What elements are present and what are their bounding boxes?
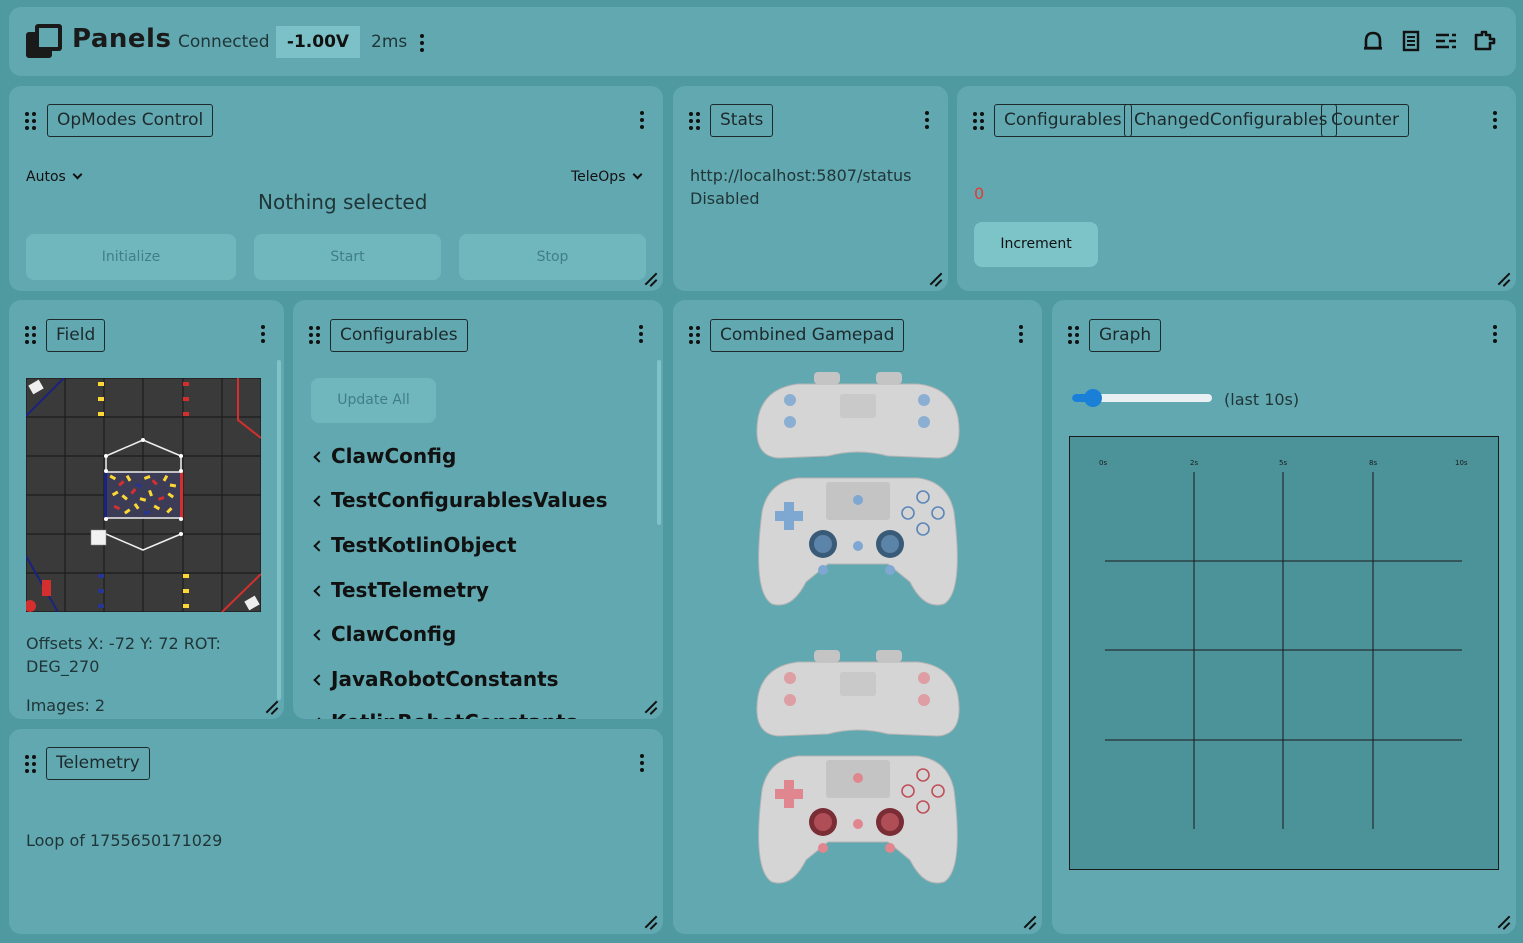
telemetry-line: Loop of 1755650171029 — [26, 831, 223, 850]
counter-panel: Configurables ChangedConfigurables Count… — [957, 86, 1516, 291]
stats-state: Disabled — [690, 189, 760, 208]
gamepad-2-front-view — [758, 755, 958, 884]
config-item[interactable]: ClawConfig — [313, 444, 456, 468]
resize-handle-icon[interactable] — [644, 272, 657, 285]
graph-tick-label: 0s — [1099, 459, 1107, 467]
panel-menu-icon[interactable] — [639, 753, 645, 773]
increment-button[interactable]: Increment — [974, 222, 1098, 267]
drag-handle-icon[interactable] — [309, 326, 321, 344]
drag-handle-icon[interactable] — [689, 112, 701, 130]
start-button[interactable]: Start — [254, 234, 441, 280]
selected-opmode: Nothing selected — [258, 190, 428, 214]
panel-menu-icon[interactable] — [1492, 110, 1498, 130]
tab-stats[interactable]: Stats — [710, 104, 774, 137]
tab-configurables[interactable]: Configurables — [330, 319, 468, 352]
time-window-label: (last 10s) — [1224, 390, 1300, 409]
drag-handle-icon[interactable] — [1068, 326, 1080, 344]
tab-telemetry[interactable]: Telemetry — [46, 747, 150, 780]
tab-field[interactable]: Field — [46, 319, 106, 352]
stats-panel: Stats http://localhost:5807/status Disab… — [673, 86, 948, 291]
config-item[interactable]: JavaRobotConstants — [313, 667, 559, 691]
graph-plot: 0s 2s 5s 8s 10s — [1069, 436, 1499, 870]
chevron-down-icon — [632, 169, 642, 180]
chevron-left-icon — [313, 495, 325, 507]
stop-button[interactable]: Stop — [459, 234, 646, 280]
config-item[interactable]: TestConfigurablesValues — [313, 488, 608, 512]
counter-value: 0 — [974, 184, 985, 203]
field-panel: Field Offsets X: -72 Y: 72 ROT: DEG_270 … — [9, 300, 284, 719]
robot-marker-icon — [90, 529, 107, 546]
drag-handle-icon[interactable] — [689, 326, 701, 344]
resize-handle-icon[interactable] — [644, 915, 657, 928]
config-item[interactable]: TestTelemetry — [313, 578, 489, 602]
resize-handle-icon[interactable] — [644, 700, 657, 713]
field-map[interactable] — [26, 378, 261, 612]
resize-handle-icon[interactable] — [1023, 915, 1036, 928]
top-bar: Panels Connected -1.00V 2ms — [9, 7, 1516, 76]
chevron-left-icon — [313, 451, 325, 463]
more-menu-icon[interactable] — [419, 33, 425, 53]
gamepad-panel: Combined Gamepad — [673, 300, 1042, 934]
panel-menu-icon[interactable] — [1492, 324, 1498, 344]
tab-counter[interactable]: Counter — [1321, 104, 1409, 137]
init-button[interactable]: Initialize — [26, 234, 236, 280]
panel-menu-icon[interactable] — [638, 324, 644, 344]
drag-handle-icon[interactable] — [973, 112, 985, 130]
chevron-down-icon — [72, 169, 83, 180]
gamepad-2-top-view — [756, 650, 960, 737]
graph-panel: Graph (last 10s) 0s 2s 5s 8s 10s — [1052, 300, 1516, 934]
drag-handle-icon[interactable] — [25, 326, 37, 344]
tab-opmodes-control[interactable]: OpModes Control — [47, 104, 214, 137]
tab-combined-gamepad[interactable]: Combined Gamepad — [710, 319, 905, 352]
config-item[interactable]: TestKotlinObject — [313, 533, 517, 557]
graph-tick-label: 10s — [1455, 459, 1468, 467]
chevron-left-icon — [313, 674, 325, 686]
teleops-dropdown[interactable]: TeleOps — [571, 169, 642, 185]
connection-status: Connected — [178, 32, 270, 52]
resize-handle-icon[interactable] — [1497, 915, 1510, 928]
document-icon[interactable] — [1399, 29, 1423, 53]
time-window-slider[interactable] — [1072, 389, 1212, 407]
voltage-badge: -1.00V — [276, 26, 360, 58]
bell-icon[interactable] — [1361, 29, 1385, 53]
chevron-left-icon — [313, 629, 325, 641]
opmodes-panel: OpModes Control Autos TeleOps Nothing se… — [9, 86, 663, 291]
list-icon[interactable] — [1434, 29, 1458, 53]
panel-menu-icon[interactable] — [260, 324, 266, 344]
latency-readout: 2ms — [371, 32, 408, 52]
config-item[interactable]: KotlinRobotConstants — [313, 710, 577, 719]
drag-handle-icon[interactable] — [25, 755, 37, 773]
field-images-count: Images: 2 — [26, 696, 106, 715]
tab-changed-configurables[interactable]: ChangedConfigurables — [1124, 104, 1338, 137]
chevron-left-icon — [313, 717, 325, 719]
field-offsets: Offsets X: -72 Y: 72 ROT: DEG_270 — [26, 634, 221, 676]
config-item[interactable]: ClawConfig — [313, 622, 456, 646]
plugin-icon[interactable] — [1473, 29, 1497, 53]
field-scrollbar[interactable] — [277, 360, 281, 700]
chevron-left-icon — [313, 585, 325, 597]
app-title: Panels — [72, 24, 172, 54]
configurables-scrollbar[interactable] — [657, 360, 661, 525]
tab-graph[interactable]: Graph — [1089, 319, 1162, 352]
configurables-panel: Configurables Update All ClawConfig Test… — [293, 300, 663, 719]
drag-handle-icon[interactable] — [25, 112, 37, 130]
autos-dropdown[interactable]: Autos — [26, 169, 83, 185]
panel-menu-icon[interactable] — [1018, 324, 1024, 344]
resize-handle-icon[interactable] — [1497, 272, 1510, 285]
panel-menu-icon[interactable] — [639, 110, 645, 130]
stats-url: http://localhost:5807/status — [690, 166, 912, 185]
tab-configurables[interactable]: Configurables — [994, 104, 1132, 137]
gamepad-1-front-view — [758, 477, 958, 606]
telemetry-panel: Telemetry Loop of 1755650171029 — [9, 729, 663, 934]
graph-tick-label: 5s — [1279, 459, 1287, 467]
panel-menu-icon[interactable] — [924, 110, 930, 130]
graph-tick-label: 2s — [1190, 459, 1198, 467]
chevron-left-icon — [313, 540, 325, 552]
resize-handle-icon[interactable] — [929, 272, 942, 285]
resize-handle-icon[interactable] — [265, 700, 278, 713]
graph-tick-label: 8s — [1369, 459, 1377, 467]
panels-logo-icon — [26, 24, 62, 58]
update-all-button[interactable]: Update All — [311, 378, 436, 423]
gamepad-1-top-view — [756, 372, 960, 459]
